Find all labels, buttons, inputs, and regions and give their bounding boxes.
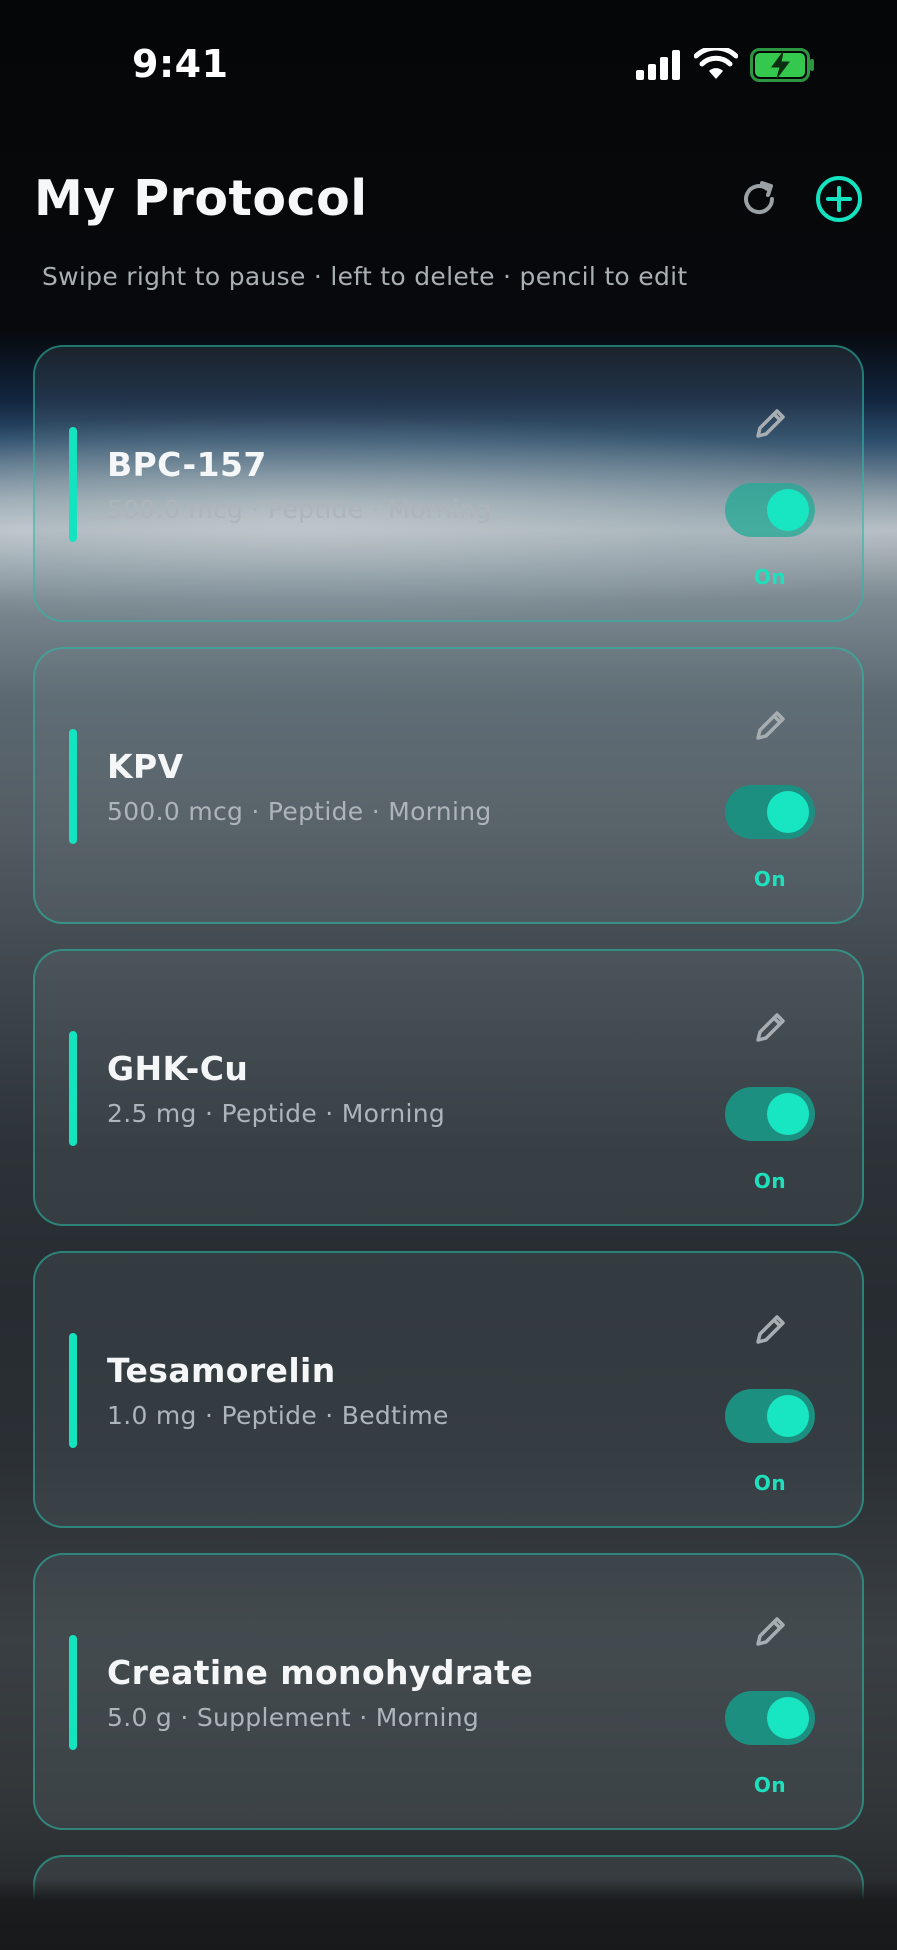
cellular-signal-icon: [636, 50, 680, 80]
pencil-icon[interactable]: [749, 401, 793, 445]
toggle-state-label: On: [753, 867, 787, 891]
toggle-knob: [767, 1697, 809, 1739]
pencil-icon[interactable]: [749, 703, 793, 747]
item-detail: 500.0 mcg · Peptide · Morning: [107, 495, 492, 524]
item-name: BPC-157: [107, 445, 267, 484]
item-detail: 500.0 mcg · Peptide · Morning: [107, 797, 492, 826]
toggle-knob: [767, 489, 809, 531]
item-detail: 2.5 mg · Peptide · Morning: [107, 1099, 446, 1128]
protocol-card[interactable]: Creatine monohydrate 5.0 g · Supplement …: [33, 1553, 864, 1830]
pencil-icon[interactable]: [749, 1005, 793, 1049]
status-time: 9:41: [132, 42, 229, 86]
item-detail: 5.0 g · Supplement · Morning: [107, 1703, 480, 1732]
wifi-icon: [694, 48, 738, 79]
instructions-subtitle: Swipe right to pause · left to delete · …: [42, 262, 688, 291]
battery-charging-icon: [750, 48, 814, 82]
page-title: My Protocol: [34, 170, 368, 227]
card-accent-bar: [69, 1333, 77, 1448]
protocol-card[interactable]: KPV 500.0 mcg · Peptide · Morning On: [33, 647, 864, 924]
protocol-card[interactable]: GHK-Cu 2.5 mg · Peptide · Morning On: [33, 949, 864, 1226]
toggle-state-label: On: [753, 1773, 787, 1797]
status-bar: 9:41: [0, 0, 897, 130]
toggle-knob: [767, 1093, 809, 1135]
item-name: Tesamorelin: [107, 1351, 336, 1390]
enabled-toggle[interactable]: [725, 1389, 815, 1443]
enabled-toggle[interactable]: [725, 1087, 815, 1141]
toggle-state-label: On: [753, 1169, 787, 1193]
item-name: KPV: [107, 747, 184, 786]
add-circle-icon[interactable]: [814, 174, 864, 224]
pencil-icon[interactable]: [749, 1609, 793, 1653]
bottom-fade: [0, 1880, 897, 1950]
toggle-knob: [767, 791, 809, 833]
card-accent-bar: [69, 427, 77, 542]
protocol-list: BPC-157 500.0 mcg · Peptide · Morning On…: [33, 345, 864, 1950]
toggle-knob: [767, 1395, 809, 1437]
item-name: Creatine monohydrate: [107, 1653, 534, 1692]
protocol-card[interactable]: Tesamorelin 1.0 mg · Peptide · Bedtime O…: [33, 1251, 864, 1528]
enabled-toggle[interactable]: [725, 1691, 815, 1745]
enabled-toggle[interactable]: [725, 785, 815, 839]
app-screen: 9:41 My Protocol Swipe right to pause · …: [0, 0, 897, 1950]
card-accent-bar: [69, 1031, 77, 1146]
card-accent-bar: [69, 729, 77, 844]
item-detail: 1.0 mg · Peptide · Bedtime: [107, 1401, 449, 1430]
pencil-icon[interactable]: [749, 1307, 793, 1351]
toggle-state-label: On: [753, 1471, 787, 1495]
item-name: GHK-Cu: [107, 1049, 249, 1088]
refresh-icon[interactable]: [736, 176, 782, 222]
protocol-card[interactable]: BPC-157 500.0 mcg · Peptide · Morning On: [33, 345, 864, 622]
toggle-state-label: On: [753, 565, 787, 589]
enabled-toggle[interactable]: [725, 483, 815, 537]
card-accent-bar: [69, 1635, 77, 1750]
